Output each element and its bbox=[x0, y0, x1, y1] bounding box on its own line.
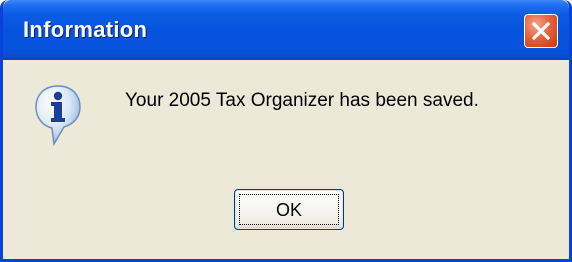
title-bar[interactable]: Information bbox=[3, 0, 569, 60]
ok-button-label: OK bbox=[275, 200, 302, 220]
information-dialog: Information Your 2005 Tax Organizer has … bbox=[0, 0, 572, 262]
dialog-message: Your 2005 Tax Organizer has been saved. bbox=[125, 90, 479, 111]
information-icon bbox=[33, 82, 83, 152]
close-icon bbox=[532, 22, 550, 40]
ok-button[interactable]: OK bbox=[234, 189, 344, 230]
close-button[interactable] bbox=[524, 14, 558, 48]
window-title: Information bbox=[23, 17, 148, 42]
